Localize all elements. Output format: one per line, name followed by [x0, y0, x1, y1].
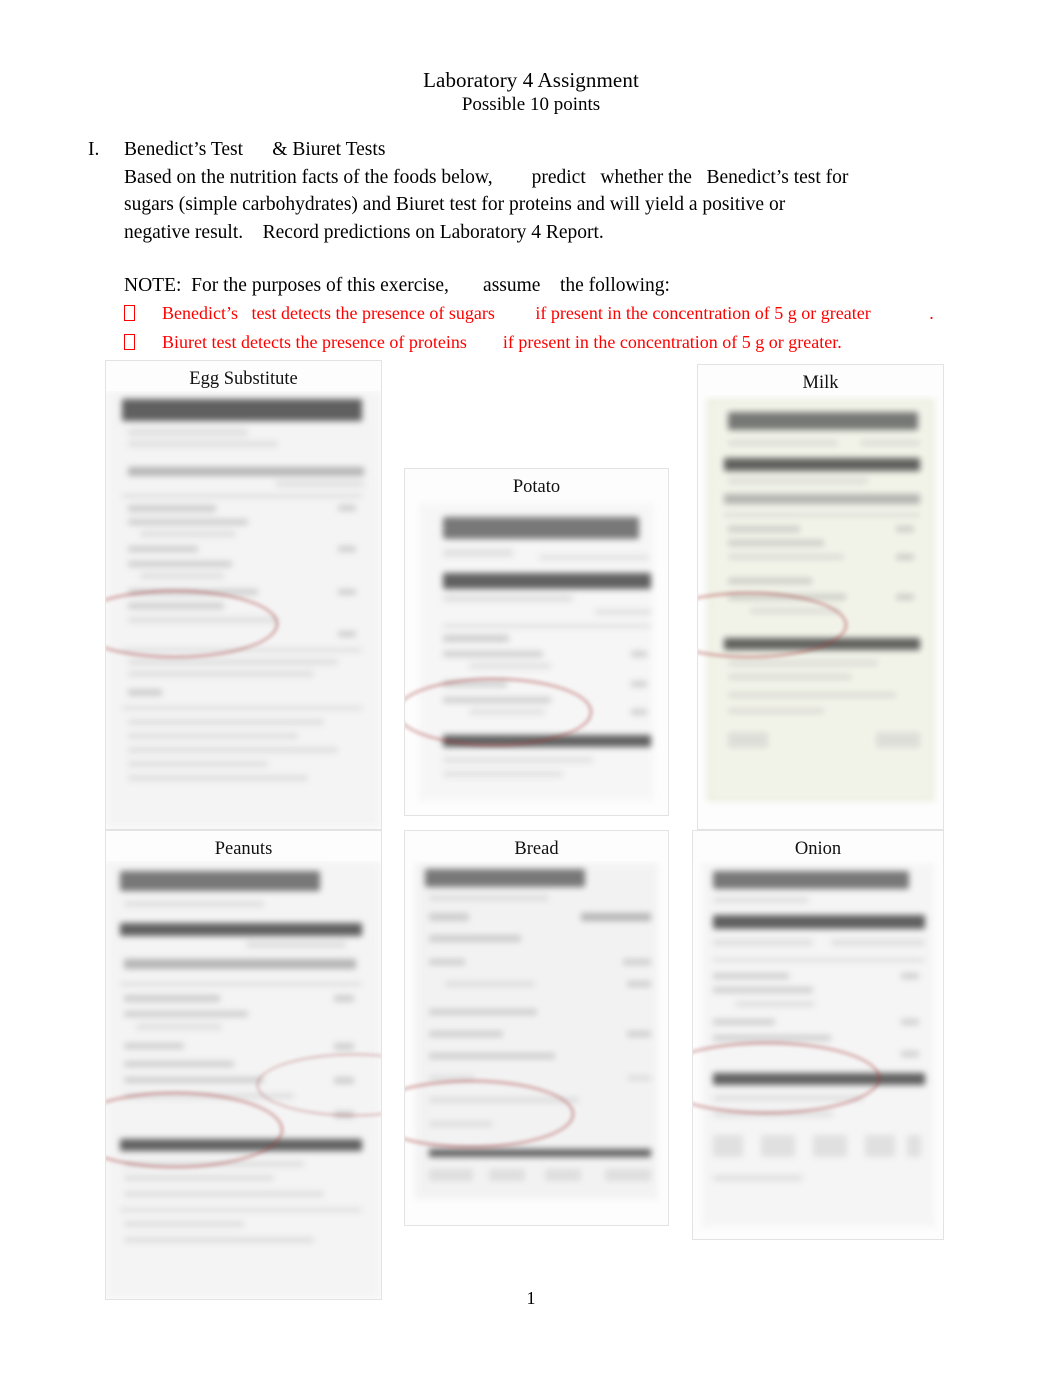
food-panel-caption: Bread: [405, 831, 668, 860]
section-heading: Benedict’s Test & Biuret Tests: [124, 139, 386, 160]
section-heading-row: I. Benedict’s Test & Biuret Tests: [88, 136, 988, 164]
note-bullet-item: Benedict’s test detects the presence of …: [124, 300, 1004, 328]
food-panel-bread: Bread: [404, 830, 669, 1226]
paragraph-line: Based on the nutrition facts of the food…: [124, 166, 849, 188]
food-panel-milk: Milk: [697, 364, 944, 830]
document-page: Laboratory 4 Assignment Possible 10 poin…: [0, 0, 1062, 1377]
nutrition-facts-label-image: [106, 861, 381, 1299]
note-block: NOTE: For the purposes of this exercise,…: [124, 272, 1004, 357]
document-title: Laboratory 4 Assignment: [423, 68, 639, 92]
section-numeral: I.: [88, 139, 100, 160]
note-bullet-item: Biuret test detects the presence of prot…: [124, 329, 1004, 357]
nutrition-facts-label-image: [405, 499, 668, 815]
food-panel-caption: Onion: [693, 831, 943, 860]
food-panel-peanuts: Peanuts: [105, 830, 382, 1300]
section-paragraph: Based on the nutrition facts of the food…: [124, 164, 944, 247]
food-panel-onion: Onion: [692, 830, 944, 1240]
food-panel-caption: Potato: [405, 469, 668, 498]
missing-glyph-box-icon: [124, 301, 162, 328]
note-bullet-text: Biuret test detects the presence of prot…: [162, 332, 842, 352]
food-panel-caption: Peanuts: [106, 831, 381, 860]
paragraph-line: sugars (simple carbohydrates) and Biuret…: [124, 194, 786, 215]
document-subtitle: Possible 10 points: [461, 94, 601, 115]
nutrition-facts-label-image: [106, 391, 381, 829]
nutrition-facts-label-image: [698, 395, 943, 829]
food-panel-caption: Egg Substitute: [106, 361, 381, 390]
food-panel-egg-substitute: Egg Substitute: [105, 360, 382, 830]
nutrition-facts-label-image: [693, 861, 943, 1239]
section-benedicts-biuret: I. Benedict’s Test & Biuret Tests Based …: [88, 136, 988, 246]
nutrition-facts-label-image: [405, 861, 668, 1225]
missing-glyph-box-icon: [124, 330, 162, 357]
page-number: 1: [526, 1288, 536, 1308]
food-panel-caption: Milk: [698, 365, 943, 394]
paragraph-line: negative result. Record predictions on L…: [124, 221, 604, 243]
note-lead-text: NOTE: For the purposes of this exercise,…: [124, 275, 670, 296]
note-bullet-text: Benedict’s test detects the presence of …: [162, 303, 934, 323]
food-panel-potato: Potato: [404, 468, 669, 816]
